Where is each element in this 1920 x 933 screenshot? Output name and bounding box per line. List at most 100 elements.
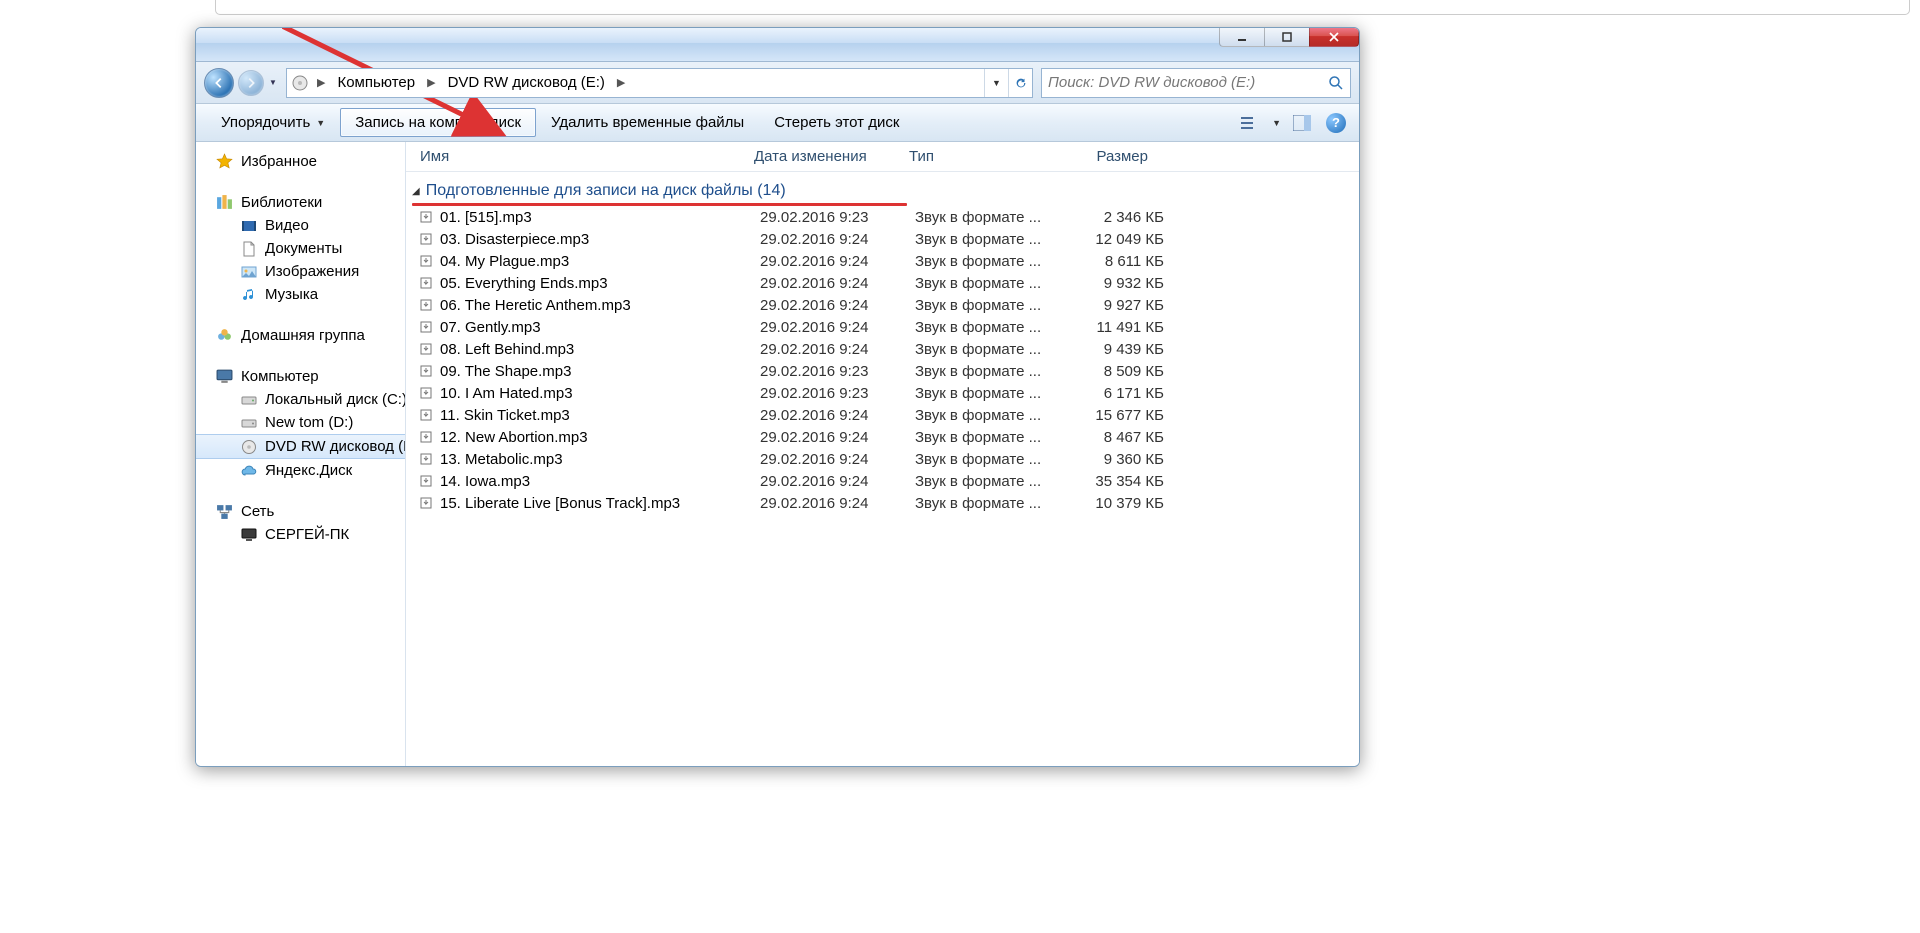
annotation-underline <box>412 203 907 206</box>
sidebar-network-pc[interactable]: СЕРГЕЙ-ПК <box>196 523 405 546</box>
file-size: 11 491 КБ <box>1070 319 1170 336</box>
music-icon <box>240 286 257 303</box>
organize-menu[interactable]: Упорядочить ▼ <box>206 108 340 137</box>
cloud-icon <box>240 462 257 479</box>
file-row[interactable]: 14. Iowa.mp329.02.2016 9:24Звук в формат… <box>406 470 1359 492</box>
file-date: 29.02.2016 9:24 <box>760 341 915 358</box>
window-close-button[interactable] <box>1309 28 1359 47</box>
sidebar-libraries[interactable]: Библиотеки <box>196 191 405 214</box>
collapse-icon: ◢ <box>412 186 420 197</box>
file-row[interactable]: 09. The Shape.mp329.02.2016 9:23Звук в ф… <box>406 360 1359 382</box>
sidebar-drive-c[interactable]: Локальный диск (C:) <box>196 388 405 411</box>
burn-queue-icon <box>420 365 432 377</box>
file-type: Звук в формате ... <box>915 385 1070 402</box>
file-row[interactable]: 10. I Am Hated.mp329.02.2016 9:23Звук в … <box>406 382 1359 404</box>
nav-back-button[interactable] <box>204 68 234 98</box>
file-date: 29.02.2016 9:24 <box>760 297 915 314</box>
sidebar-label: Локальный диск (C:) <box>265 391 406 408</box>
file-size: 6 171 КБ <box>1070 385 1170 402</box>
chevron-right-icon[interactable]: ▶ <box>611 76 631 89</box>
file-row[interactable]: 07. Gently.mp329.02.2016 9:24Звук в форм… <box>406 316 1359 338</box>
help-button[interactable]: ? <box>1323 110 1349 136</box>
column-header-size[interactable]: Размер <box>1056 142 1156 171</box>
chevron-down-icon[interactable]: ▼ <box>1272 118 1281 128</box>
file-type: Звук в формате ... <box>915 297 1070 314</box>
file-row[interactable]: 13. Metabolic.mp329.02.2016 9:24Звук в ф… <box>406 448 1359 470</box>
file-row[interactable]: 12. New Abortion.mp329.02.2016 9:24Звук … <box>406 426 1359 448</box>
sidebar-library-music[interactable]: Музыка <box>196 283 405 306</box>
refresh-button[interactable] <box>1008 69 1032 97</box>
erase-disc-button[interactable]: Стереть этот диск <box>759 108 914 137</box>
file-row[interactable]: 01. [515].mp329.02.2016 9:23Звук в форма… <box>406 206 1359 228</box>
sidebar-label: Яндекс.Диск <box>265 462 352 479</box>
preview-pane-button[interactable] <box>1289 110 1315 136</box>
file-date: 29.02.2016 9:24 <box>760 407 915 424</box>
column-header-type[interactable]: Тип <box>901 142 1056 171</box>
file-row[interactable]: 03. Disasterpiece.mp329.02.2016 9:24Звук… <box>406 228 1359 250</box>
search-icon[interactable] <box>1328 75 1344 91</box>
burn-queue-icon <box>420 233 432 245</box>
sidebar-library-video[interactable]: Видео <box>196 214 405 237</box>
file-type: Звук в формате ... <box>915 407 1070 424</box>
file-size: 9 360 КБ <box>1070 451 1170 468</box>
sidebar-yandex-disk[interactable]: Яндекс.Диск <box>196 459 405 482</box>
file-name: 04. My Plague.mp3 <box>440 253 569 270</box>
burn-queue-icon <box>420 387 432 399</box>
file-type: Звук в формате ... <box>915 341 1070 358</box>
sidebar-label: Домашняя группа <box>241 327 365 344</box>
burn-queue-icon <box>420 321 432 333</box>
sidebar-label: СЕРГЕЙ-ПК <box>265 526 349 543</box>
burn-queue-icon <box>420 343 432 355</box>
file-row[interactable]: 04. My Plague.mp329.02.2016 9:24Звук в ф… <box>406 250 1359 272</box>
view-mode-button[interactable] <box>1238 110 1264 136</box>
nav-history-dropdown[interactable]: ▼ <box>268 78 278 87</box>
column-headers[interactable]: Имя Дата изменения Тип Размер <box>406 142 1359 172</box>
burn-to-disc-button[interactable]: Запись на компакт-диск <box>340 108 536 137</box>
file-name: 05. Everything Ends.mp3 <box>440 275 608 292</box>
sidebar-label: DVD RW дисковод (E:) <box>265 438 406 455</box>
file-name: 15. Liberate Live [Bonus Track].mp3 <box>440 495 680 512</box>
breadcrumb-drive[interactable]: DVD RW дисковод (E:) <box>444 72 609 93</box>
file-size: 8 467 КБ <box>1070 429 1170 446</box>
chevron-right-icon[interactable]: ▶ <box>311 76 331 89</box>
sidebar-library-documents[interactable]: Документы <box>196 237 405 260</box>
column-header-date[interactable]: Дата изменения <box>746 142 901 171</box>
file-name: 07. Gently.mp3 <box>440 319 541 336</box>
file-group-header[interactable]: ◢ Подготовленные для записи на диск файл… <box>406 172 1359 206</box>
delete-temp-files-button[interactable]: Удалить временные файлы <box>536 108 759 137</box>
window-minimize-button[interactable] <box>1219 28 1265 47</box>
file-type: Звук в формате ... <box>915 253 1070 270</box>
sidebar-favorites[interactable]: Избранное <box>196 150 405 173</box>
address-dropdown-button[interactable]: ▼ <box>984 69 1008 97</box>
file-row[interactable]: 05. Everything Ends.mp329.02.2016 9:24Зв… <box>406 272 1359 294</box>
file-size: 35 354 КБ <box>1070 473 1170 490</box>
sidebar-library-images[interactable]: Изображения <box>196 260 405 283</box>
file-name: 12. New Abortion.mp3 <box>440 429 588 446</box>
breadcrumb-computer[interactable]: Компьютер <box>333 72 419 93</box>
sidebar-homegroup[interactable]: Домашняя группа <box>196 324 405 347</box>
organize-label: Упорядочить <box>221 114 310 131</box>
file-date: 29.02.2016 9:24 <box>760 319 915 336</box>
file-row[interactable]: 06. The Heretic Anthem.mp329.02.2016 9:2… <box>406 294 1359 316</box>
file-row[interactable]: 15. Liberate Live [Bonus Track].mp329.02… <box>406 492 1359 514</box>
chevron-right-icon[interactable]: ▶ <box>421 76 441 89</box>
sidebar-label: Документы <box>265 240 342 257</box>
burn-queue-icon <box>420 475 432 487</box>
sidebar-drive-d[interactable]: New tom (D:) <box>196 411 405 434</box>
sidebar-computer[interactable]: Компьютер <box>196 365 405 388</box>
file-row[interactable]: 11. Skin Ticket.mp329.02.2016 9:24Звук в… <box>406 404 1359 426</box>
file-row[interactable]: 08. Left Behind.mp329.02.2016 9:24Звук в… <box>406 338 1359 360</box>
drive-icon <box>291 74 309 92</box>
column-header-name[interactable]: Имя <box>406 142 746 171</box>
file-name: 13. Metabolic.mp3 <box>440 451 563 468</box>
sidebar-drive-e[interactable]: DVD RW дисковод (E:) <box>196 434 405 459</box>
address-breadcrumb[interactable]: ▶ Компьютер ▶ DVD RW дисковод (E:) ▶ ▼ <box>286 68 1033 98</box>
file-type: Звук в формате ... <box>915 363 1070 380</box>
search-input[interactable]: Поиск: DVD RW дисковод (E:) <box>1041 68 1351 98</box>
nav-forward-button[interactable] <box>238 70 264 96</box>
file-list-pane[interactable]: Имя Дата изменения Тип Размер ◢ Подготов… <box>406 142 1359 766</box>
window-maximize-button[interactable] <box>1264 28 1310 47</box>
navigation-pane[interactable]: Избранное Библиотеки Видео <box>196 142 406 766</box>
window-titlebar[interactable] <box>196 28 1359 62</box>
sidebar-network[interactable]: Сеть <box>196 500 405 523</box>
